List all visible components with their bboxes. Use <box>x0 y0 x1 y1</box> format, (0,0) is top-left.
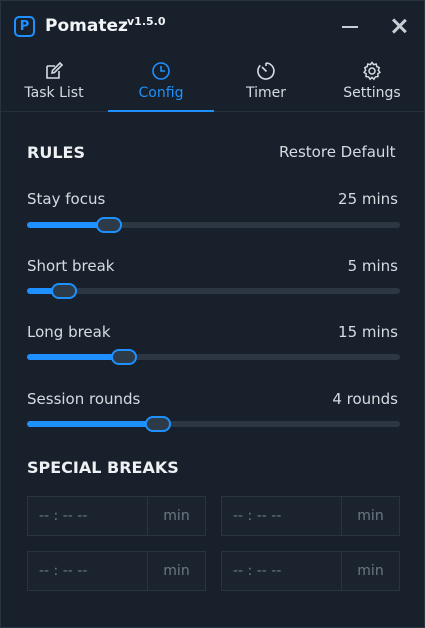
rules-heading: RULES <box>27 143 85 162</box>
tab-label: Task List <box>24 85 84 101</box>
title-bar[interactable]: P Pomatez v1.5.0 <box>1 1 424 51</box>
short-break-slider[interactable] <box>27 283 400 299</box>
special-break-field[interactable]: -- : -- -- min <box>27 496 206 536</box>
long-break-slider[interactable] <box>27 349 400 365</box>
session-rounds-slider[interactable] <box>27 416 400 432</box>
timer-icon <box>257 62 275 80</box>
break-duration-input[interactable]: min <box>147 497 205 535</box>
slider-thumb[interactable] <box>96 217 123 233</box>
tab-timer[interactable]: Timer <box>213 55 319 112</box>
app-window: P Pomatez v1.5.0 Task List Config Timer … <box>0 0 425 628</box>
app-title: Pomatez <box>45 16 128 36</box>
slider-fill <box>27 421 158 427</box>
break-duration-input[interactable]: min <box>341 497 399 535</box>
special-breaks-heading: SPECIAL BREAKS <box>27 458 179 477</box>
rule-value: 4 rounds <box>332 390 398 408</box>
restore-default-button[interactable]: Restore Default <box>279 143 396 161</box>
special-break-field[interactable]: -- : -- -- min <box>221 551 400 591</box>
minimize-button[interactable] <box>338 13 362 39</box>
tab-label: Settings <box>343 85 401 101</box>
rule-value: 15 mins <box>338 323 398 341</box>
slider-fill <box>27 354 124 360</box>
slider-thumb[interactable] <box>144 416 171 432</box>
rule-value: 25 mins <box>338 190 398 208</box>
slider-thumb[interactable] <box>51 283 78 299</box>
app-logo-icon: P <box>14 16 35 37</box>
break-time-input[interactable]: -- : -- -- <box>222 497 342 535</box>
clock-icon <box>152 62 170 80</box>
break-time-input[interactable]: -- : -- -- <box>28 552 148 590</box>
break-time-input[interactable]: -- : -- -- <box>222 552 342 590</box>
break-duration-input[interactable]: min <box>341 552 399 590</box>
tab-config[interactable]: Config <box>108 55 214 112</box>
version-label: v1.5.0 <box>127 15 166 28</box>
break-duration-input[interactable]: min <box>147 552 205 590</box>
special-break-field[interactable]: -- : -- -- min <box>221 496 400 536</box>
break-time-input[interactable]: -- : -- -- <box>28 497 148 535</box>
stay-focus-slider[interactable] <box>27 217 400 233</box>
tab-label: Timer <box>245 85 287 101</box>
slider-thumb[interactable] <box>110 349 137 365</box>
rule-value: 5 mins <box>347 257 398 275</box>
edit-icon <box>46 61 64 79</box>
special-break-field[interactable]: -- : -- -- min <box>27 551 206 591</box>
nav-tabs: Task List Config Timer Settings <box>1 55 424 112</box>
rule-label: Short break <box>27 257 115 275</box>
rule-label: Long break <box>27 323 111 341</box>
gear-icon <box>363 61 381 81</box>
rule-label: Session rounds <box>27 390 141 408</box>
rule-label: Stay focus <box>27 190 106 208</box>
tab-settings[interactable]: Settings <box>319 55 425 112</box>
close-button[interactable] <box>387 13 411 39</box>
tab-label: Config <box>138 85 184 101</box>
tab-task-list[interactable]: Task List <box>1 55 107 112</box>
